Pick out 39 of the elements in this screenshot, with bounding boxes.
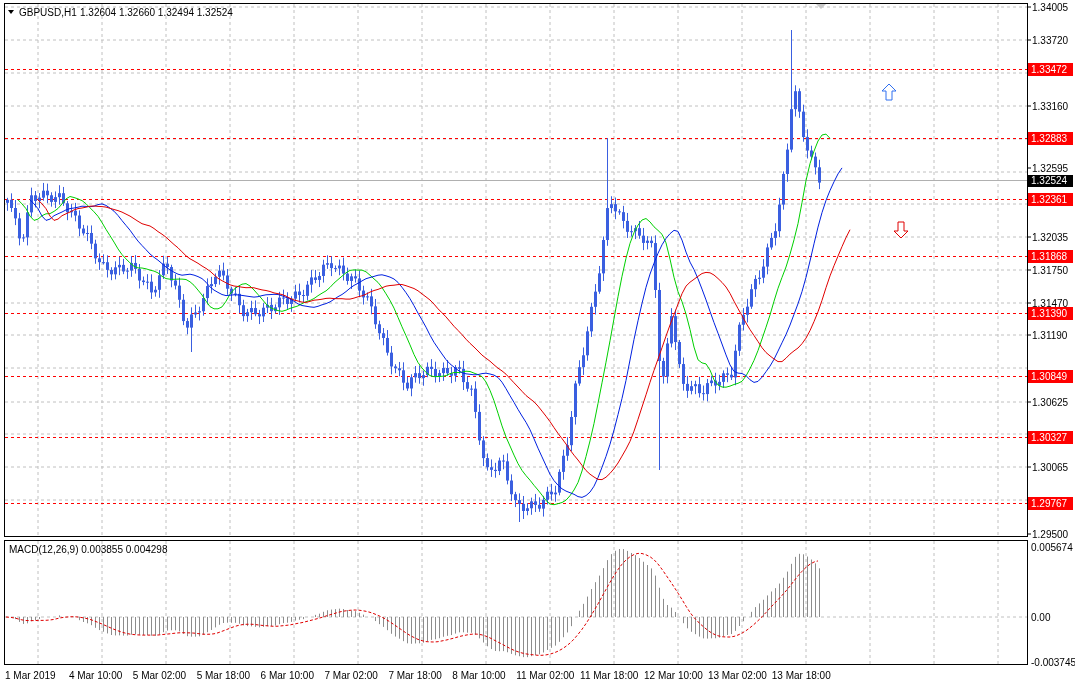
axis-tick-label: 1.32035 bbox=[1032, 232, 1069, 243]
time-axis-label: 7 Mar 18:00 bbox=[388, 670, 442, 681]
time-axis-label: 6 Mar 10:00 bbox=[260, 670, 314, 681]
level-price-tag: 1.33472 bbox=[1028, 63, 1073, 76]
level-price-tag: 1.32883 bbox=[1028, 132, 1073, 145]
time-axis-label: 8 Mar 10:00 bbox=[452, 670, 506, 681]
time-axis-label: 13 Mar 02:00 bbox=[707, 670, 767, 681]
axis-tick-label: 1.33720 bbox=[1032, 35, 1069, 46]
axis-tick-label: 1.34005 bbox=[1032, 2, 1069, 13]
axis-tick-label: -0.003745 bbox=[1031, 657, 1075, 668]
axis-tick-label: 1.31470 bbox=[1032, 298, 1069, 309]
level-price-tag: 1.31390 bbox=[1028, 307, 1073, 320]
level-price-tag: 1.32361 bbox=[1028, 193, 1073, 206]
level-price-tag: 1.30849 bbox=[1028, 370, 1073, 383]
time-axis-label: 13 Mar 18:00 bbox=[771, 670, 831, 681]
time-axis-label: 11 Mar 02:00 bbox=[516, 670, 575, 681]
axis-tick-label: 1.29500 bbox=[1032, 529, 1069, 540]
level-price-tag: 1.31868 bbox=[1028, 250, 1073, 263]
time-axis-label: 1 Mar 2019 bbox=[5, 670, 56, 681]
time-axis-label: 7 Mar 02:00 bbox=[324, 670, 378, 681]
time-axis-label: 5 Mar 18:00 bbox=[196, 670, 251, 681]
axis-tick-label: 1.30625 bbox=[1032, 397, 1069, 408]
axis-tick-label: 0.00 bbox=[1031, 612, 1051, 623]
axis-tick-label: 1.31750 bbox=[1032, 265, 1069, 276]
ohlc-values: 1.32604 1.32660 1.32494 1.32524 bbox=[80, 7, 233, 18]
current-price-tag: 1.32524 bbox=[1028, 175, 1073, 187]
axis-tick-label: 1.33160 bbox=[1032, 101, 1069, 112]
macd-title: MACD(12,26,9) 0.003855 0.004298 bbox=[9, 544, 168, 555]
axis-tick-label: 0.005674 bbox=[1031, 542, 1073, 553]
time-axis-label: 4 Mar 10:00 bbox=[68, 670, 123, 681]
time-axis-label: 11 Mar 18:00 bbox=[580, 670, 639, 681]
time-axis-label: 12 Mar 10:00 bbox=[644, 670, 703, 681]
level-price-tag: 1.30327 bbox=[1028, 431, 1073, 444]
axis-tick-label: 1.32595 bbox=[1032, 163, 1069, 174]
level-price-tag: 1.29767 bbox=[1028, 497, 1073, 510]
axis-tick-label: 1.30065 bbox=[1032, 462, 1069, 473]
chart-symbol: GBPUSD,H1 bbox=[19, 7, 77, 18]
axis-tick-label: 1.31190 bbox=[1032, 330, 1068, 341]
time-axis-label: 5 Mar 02:00 bbox=[132, 670, 187, 681]
